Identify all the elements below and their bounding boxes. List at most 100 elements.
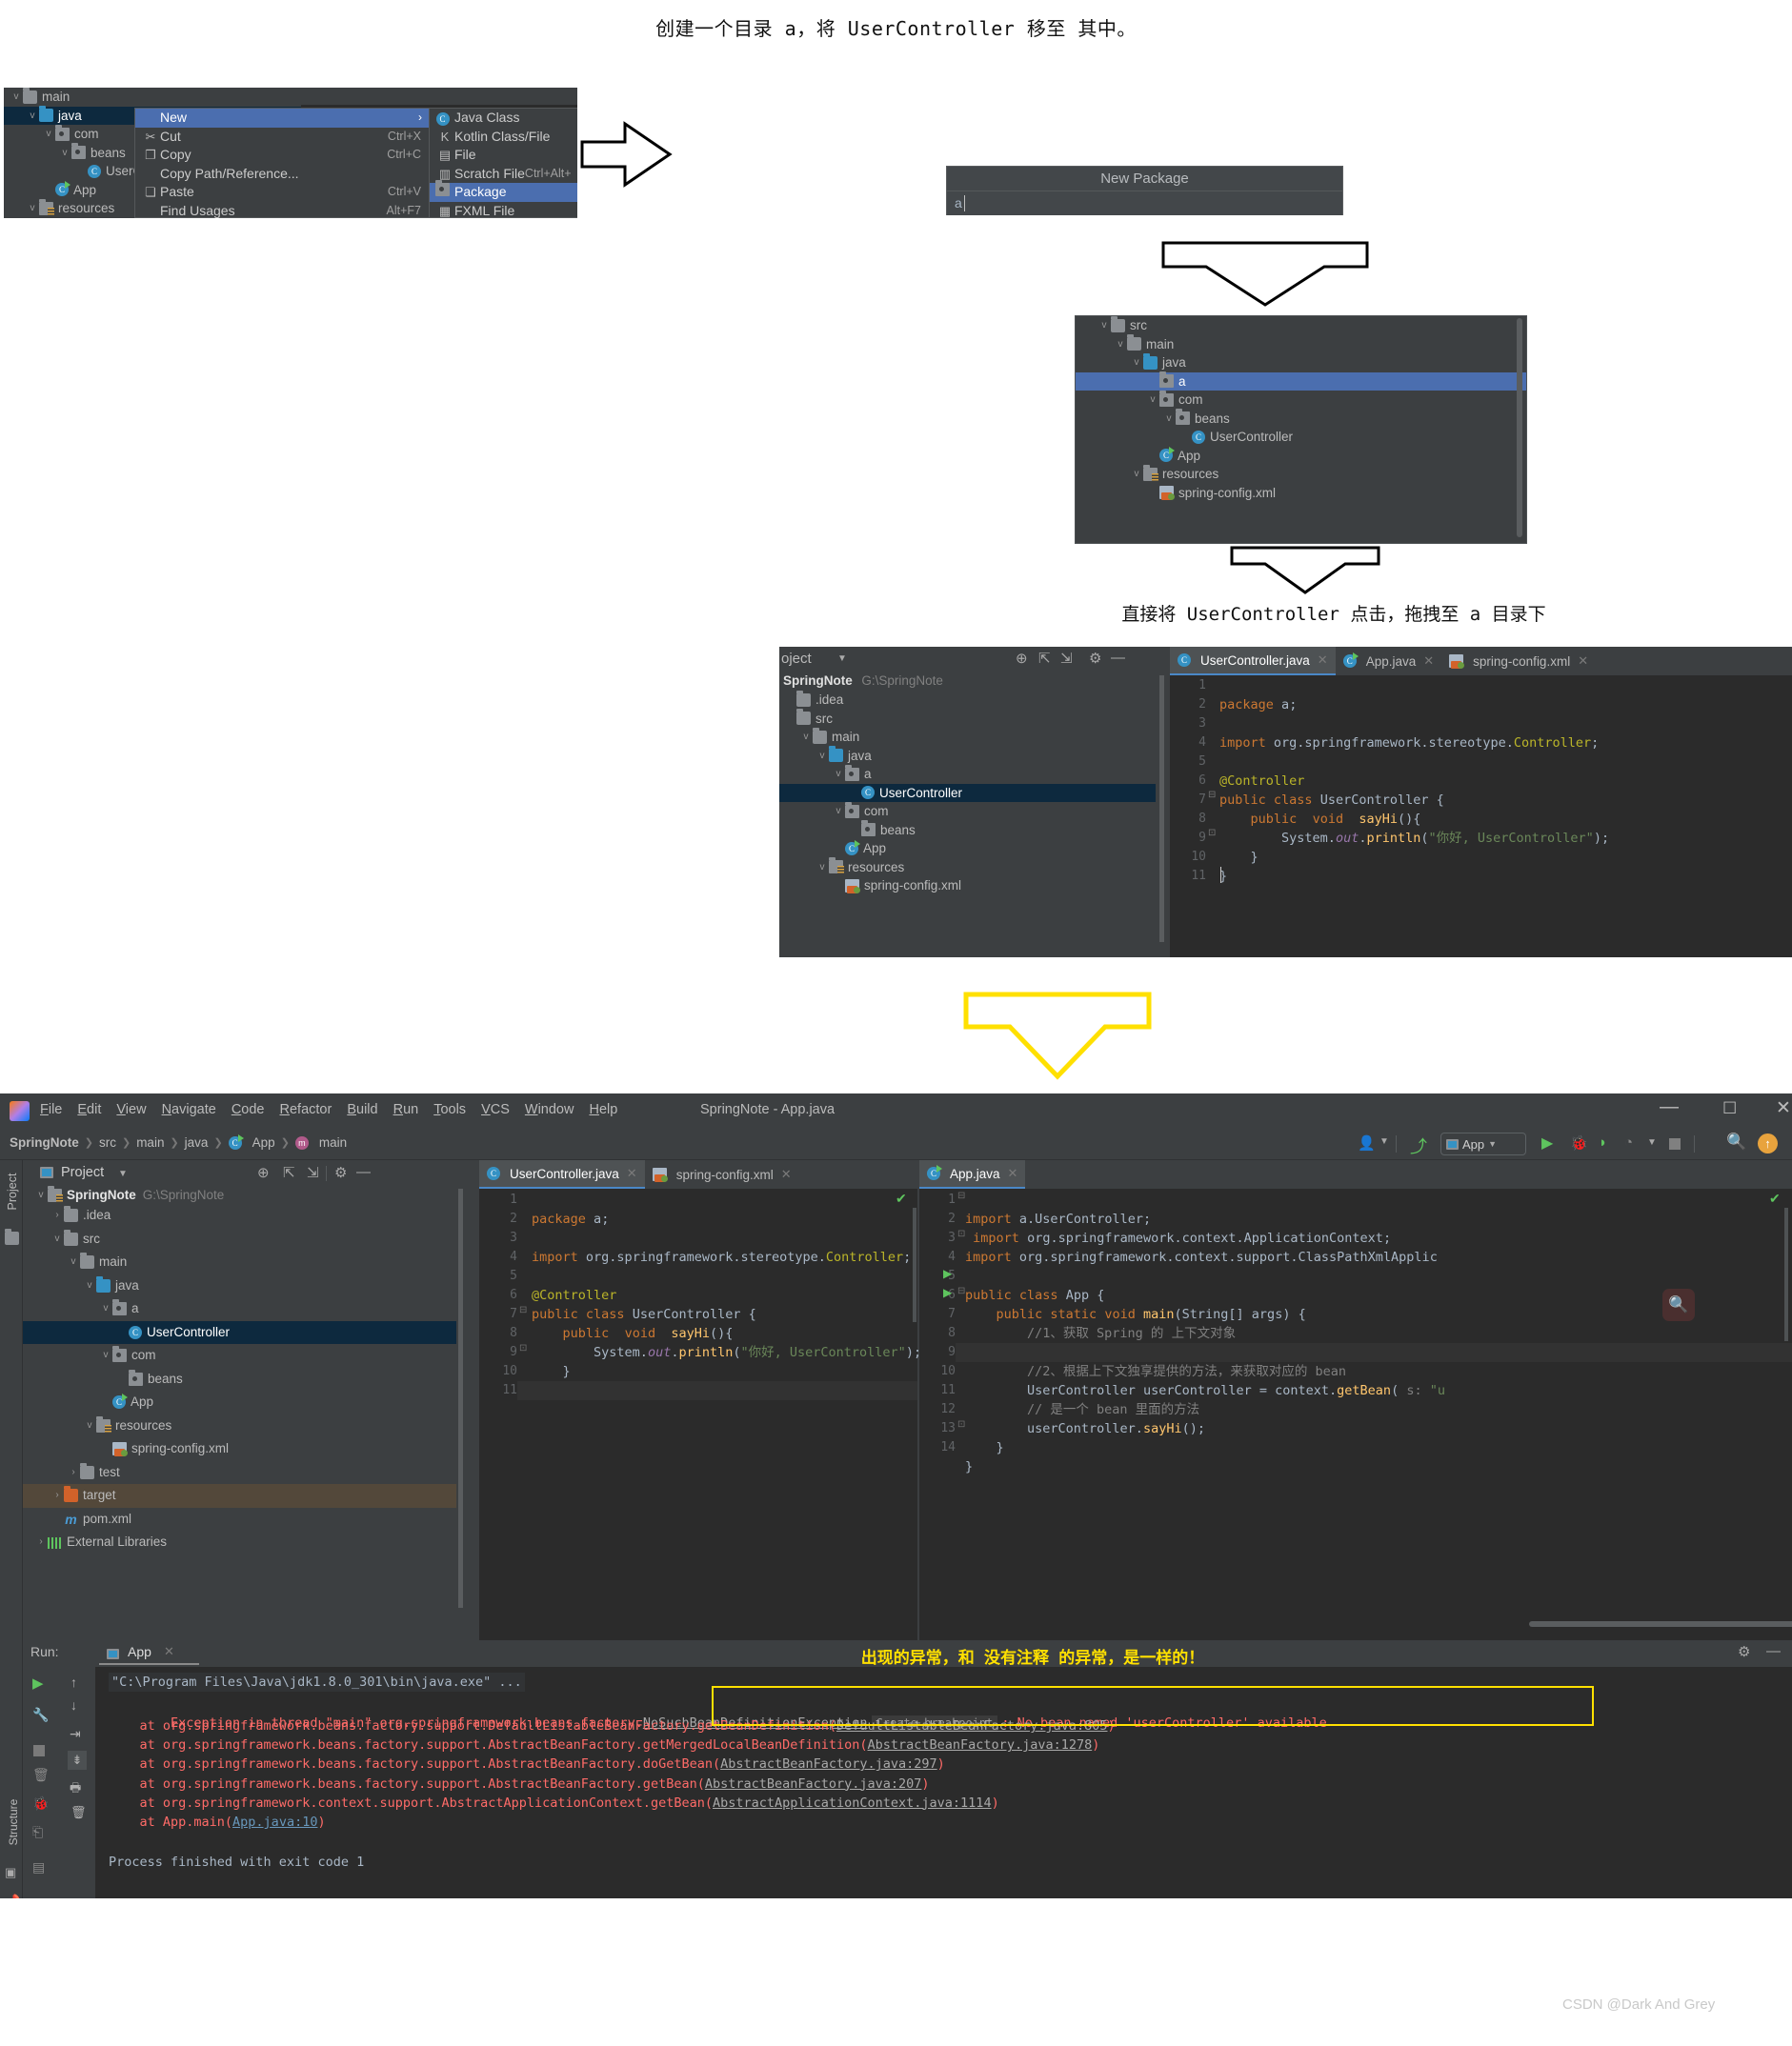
chevron-down-icon[interactable]: v bbox=[1114, 335, 1127, 354]
editor-right-fold-1[interactable]: ⊟ bbox=[957, 1191, 965, 1201]
editor-left-tabbar[interactable]: C UserController.java ✕ spring-config.xml ✕ bbox=[479, 1160, 917, 1189]
chevron-down-icon[interactable]: v bbox=[83, 1414, 96, 1438]
collapse-all-icon[interactable]: ⇲ bbox=[307, 1164, 319, 1181]
stack-frame-link[interactable]: AbstractBeanFactory.java:297 bbox=[720, 1756, 937, 1772]
editor-left-scrollbar[interactable] bbox=[913, 1208, 916, 1322]
breadcrumb-item[interactable]: main bbox=[136, 1135, 164, 1150]
editor-left[interactable]: C UserController.java ✕ spring-config.xml ✕ … bbox=[479, 1160, 921, 1640]
main-ide-window[interactable]: File Edit View Navigate Code Refactor Build Run… bbox=[0, 1093, 1792, 1898]
run-config-selector[interactable]: App ▼ bbox=[1440, 1133, 1526, 1155]
tree-row-usercontroller[interactable]: C UserController bbox=[779, 783, 1156, 802]
mid-fold-marker-9[interactable]: ⊡ bbox=[1208, 828, 1216, 838]
mid-code[interactable]: package a; import org.springframework.st… bbox=[1219, 676, 1609, 886]
package-name-input[interactable]: a bbox=[947, 192, 1342, 215]
chevron-down-icon[interactable]: v bbox=[832, 802, 845, 821]
vertical-scrollbar[interactable] bbox=[1517, 318, 1522, 537]
chevron-down-icon[interactable]: v bbox=[815, 747, 829, 766]
menu-item-java-class[interactable]: C Java Class bbox=[430, 109, 577, 128]
tree-row-a[interactable]: va bbox=[23, 1297, 456, 1321]
chevron-right-icon[interactable]: › bbox=[50, 1204, 64, 1228]
menu-build[interactable]: Build bbox=[347, 1102, 377, 1117]
tree-row-spring-config-xml[interactable]: spring-config.xml bbox=[779, 876, 1156, 895]
tree-row-app[interactable]: C App bbox=[23, 1391, 456, 1414]
chevron-down-icon[interactable]: ▼ bbox=[118, 1169, 128, 1179]
locate-icon[interactable]: ⊕ bbox=[1016, 650, 1028, 667]
chevron-down-icon[interactable]: v bbox=[99, 1297, 112, 1321]
stack-trace-line[interactable]: at org.springframework.context.support.A… bbox=[109, 1794, 1116, 1813]
menu-item-scratch-file[interactable]: ▥ Scratch File Ctrl+Alt+ bbox=[430, 165, 577, 184]
stack-frame-link[interactable]: AbstractBeanFactory.java:1278 bbox=[868, 1737, 1093, 1753]
tree-row-test[interactable]: › test bbox=[23, 1461, 456, 1485]
print-icon[interactable]: 🖶 bbox=[70, 1779, 81, 1800]
chevron-right-icon[interactable]: › bbox=[50, 1484, 64, 1508]
chevron-right-icon[interactable]: › bbox=[34, 1531, 48, 1555]
menu-tools[interactable]: Tools bbox=[433, 1102, 466, 1117]
tree-row-resources[interactable]: v resources bbox=[779, 857, 1156, 877]
tree-row-beans[interactable]: beans bbox=[779, 820, 1156, 840]
tree-row-src[interactable]: v src bbox=[23, 1228, 456, 1252]
close-icon[interactable]: ✕ bbox=[1318, 652, 1328, 668]
toolbar-row[interactable]: SpringNote ❯ src ❯ main ❯ java ❯ C App ❯ m main 👤 ▼ … bbox=[0, 1128, 1792, 1160]
context-menu[interactable]: New › ✂ Cut Ctrl+X ❐ Copy Ctrl+C Copy Path/Refer… bbox=[134, 108, 430, 218]
tree-row-java[interactable]: v java bbox=[1076, 352, 1526, 372]
project-tree-after-panel[interactable]: v src v main v java a v com v beans C UserController… bbox=[1075, 315, 1527, 544]
chevron-down-icon[interactable]: ▼ bbox=[1379, 1136, 1389, 1147]
export-icon[interactable]: ⎗ bbox=[32, 1824, 43, 1840]
tree-row-com[interactable]: v com bbox=[1076, 390, 1526, 410]
debug-rerun-icon[interactable]: 🐞 bbox=[32, 1795, 49, 1812]
gear-icon[interactable]: ⚙ bbox=[1089, 650, 1101, 667]
chevron-down-icon[interactable]: v bbox=[67, 1251, 80, 1274]
update-project-icon[interactable]: ↑ bbox=[1758, 1133, 1778, 1153]
chevron-down-icon[interactable]: v bbox=[815, 858, 829, 877]
clear-all-icon[interactable]: 🗑 bbox=[70, 1805, 87, 1820]
menu-item-kotlin-class-file[interactable]: K Kotlin Class/File bbox=[430, 128, 577, 147]
project-panel[interactable]: Project ▼ ⊕ ⇱ ⇲ ⚙ — v SpringNote G:\Spri… bbox=[23, 1160, 478, 1640]
stack-trace-line[interactable]: at org.springframework.beans.factory.sup… bbox=[109, 1755, 1116, 1774]
stop-icon[interactable] bbox=[33, 1745, 45, 1756]
arrow-up-icon[interactable]: ↑ bbox=[70, 1675, 77, 1690]
editor-left-code[interactable]: package a; import org.springframework.st… bbox=[532, 1191, 921, 1400]
menu-view[interactable]: View bbox=[116, 1102, 146, 1117]
chevron-down-icon[interactable]: ▼ bbox=[1488, 1139, 1497, 1149]
breadcrumb-item[interactable]: src bbox=[99, 1135, 116, 1150]
chevron-down-icon[interactable]: v bbox=[1130, 353, 1143, 372]
tree-row-pom-xml[interactable]: m pom.xml bbox=[23, 1508, 456, 1532]
editor-right-fold-6[interactable]: ⊟ bbox=[957, 1286, 965, 1296]
tree-row-main[interactable]: v main bbox=[4, 88, 301, 107]
editor-tab-usercontroller-java[interactable]: C UserController.java ✕ bbox=[1170, 647, 1336, 675]
tree-row-com[interactable]: v com bbox=[23, 1344, 456, 1368]
tree-row-java[interactable]: v java bbox=[779, 746, 1156, 766]
menu-navigate[interactable]: Navigate bbox=[162, 1102, 216, 1117]
stack-frame-link[interactable]: App.java:10 bbox=[232, 1815, 317, 1830]
chevron-down-icon[interactable]: v bbox=[10, 88, 23, 107]
close-icon[interactable]: ✕ bbox=[164, 1644, 174, 1659]
collapse-all-icon[interactable]: ⇲ bbox=[1060, 650, 1073, 667]
menu-run[interactable]: Run bbox=[393, 1102, 419, 1117]
title-bar[interactable]: File Edit View Navigate Code Refactor Build Run… bbox=[0, 1093, 1792, 1128]
tree-row-target[interactable]: › target bbox=[23, 1484, 456, 1508]
chevron-down-icon[interactable]: v bbox=[799, 728, 813, 747]
project-panel-title[interactable]: Project bbox=[61, 1165, 104, 1180]
stack-trace-line[interactable]: at org.springframework.beans.factory.sup… bbox=[109, 1735, 1116, 1755]
menu-bar[interactable]: File Edit View Navigate Code Refactor Build Run… bbox=[40, 1102, 617, 1117]
editor-right-tabbar[interactable]: C App.java ✕ bbox=[919, 1160, 1792, 1189]
menu-item-package[interactable]: Package bbox=[430, 180, 577, 202]
menu-item-file[interactable]: ▤ File bbox=[430, 146, 577, 165]
run-gutter-icon-class[interactable]: ▶ bbox=[943, 1267, 952, 1280]
menu-file[interactable]: File bbox=[40, 1102, 62, 1117]
project-panel-scrollbar[interactable] bbox=[458, 1189, 463, 1608]
inspection-ok-icon[interactable]: ✔ bbox=[1769, 1191, 1781, 1207]
run-icon[interactable]: ▶ bbox=[32, 1675, 44, 1692]
folder-icon[interactable] bbox=[5, 1229, 19, 1245]
menu-help[interactable]: Help bbox=[589, 1102, 617, 1117]
wrench-icon[interactable]: 🔧 bbox=[32, 1707, 49, 1723]
close-icon[interactable]: ✕ bbox=[1008, 1166, 1018, 1181]
tree-row-usercontroller[interactable]: C UserController bbox=[1076, 428, 1526, 447]
mid-project-label[interactable]: oject bbox=[781, 651, 812, 667]
debug-icon[interactable]: 🐞 bbox=[1570, 1134, 1588, 1152]
soft-wrap-icon[interactable]: ⇥ bbox=[70, 1726, 81, 1742]
mid-tabbar[interactable]: C UserController.java ✕ C App.java ✕ spring-co… bbox=[1170, 647, 1792, 675]
chevron-down-icon[interactable]: v bbox=[26, 199, 39, 218]
menu-code[interactable]: Code bbox=[232, 1102, 265, 1117]
tree-row-src[interactable]: v src bbox=[1076, 316, 1526, 335]
